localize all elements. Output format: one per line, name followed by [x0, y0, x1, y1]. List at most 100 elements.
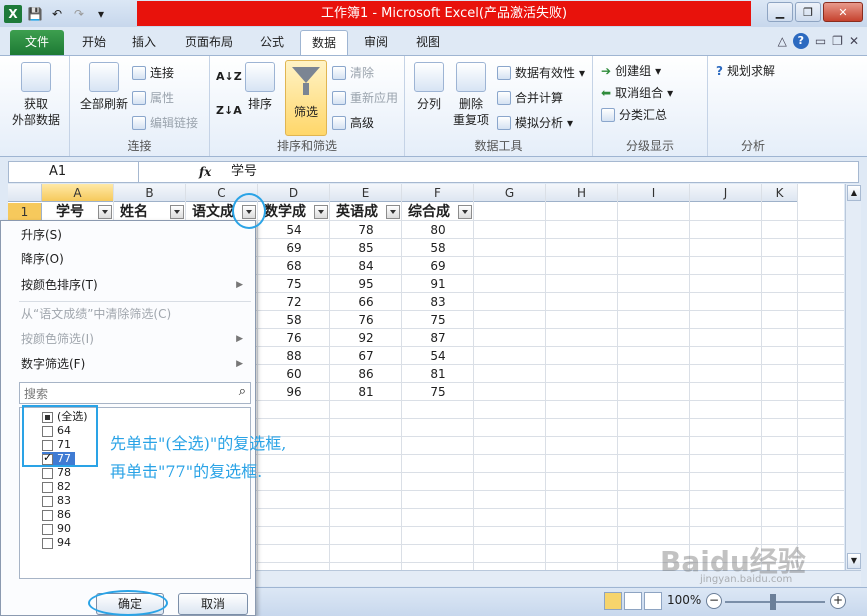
- zoom-in-icon[interactable]: +: [830, 593, 846, 609]
- filter-list-item[interactable]: 83: [42, 494, 71, 508]
- data-cell[interactable]: 72: [258, 293, 330, 311]
- data-cell[interactable]: 60: [258, 365, 330, 383]
- data-cell[interactable]: 76: [330, 311, 402, 329]
- sort-ascending-item[interactable]: 升序(S): [21, 225, 62, 245]
- data-cell[interactable]: 92: [330, 329, 402, 347]
- restore-button[interactable]: ❐: [795, 2, 821, 22]
- filter-list-item[interactable]: 86: [42, 508, 71, 522]
- sort-descending-item[interactable]: 降序(O): [21, 249, 64, 269]
- filter-dropdown-button[interactable]: [98, 205, 112, 219]
- filter-dropdown-button[interactable]: [386, 205, 400, 219]
- data-cell[interactable]: 66: [330, 293, 402, 311]
- select-all-corner[interactable]: [8, 184, 42, 202]
- data-cell[interactable]: 69: [258, 239, 330, 257]
- remove-duplicates-button[interactable]: 删除 重复项: [451, 62, 491, 128]
- filter-list-item[interactable]: 78: [42, 466, 71, 480]
- excel-logo-icon[interactable]: X: [4, 5, 22, 23]
- data-cell[interactable]: 67: [330, 347, 402, 365]
- edit-links-button[interactable]: 编辑链接: [132, 114, 198, 131]
- scroll-down-icon[interactable]: ▼: [847, 553, 861, 569]
- data-cell[interactable]: 96: [258, 383, 330, 401]
- name-box[interactable]: A1: [9, 162, 139, 182]
- data-cell[interactable]: 78: [330, 221, 402, 239]
- checkbox[interactable]: [42, 495, 53, 507]
- filter-by-color-item[interactable]: 按颜色筛选(I) ▶: [21, 329, 251, 349]
- tab-insert[interactable]: 插入: [124, 30, 164, 55]
- clear-button[interactable]: 清除: [332, 64, 374, 81]
- checkbox[interactable]: [42, 537, 53, 549]
- checkbox[interactable]: [42, 481, 53, 493]
- tab-data[interactable]: 数据: [300, 30, 348, 55]
- zoom-level[interactable]: 100%: [667, 593, 701, 607]
- column-header-a[interactable]: A: [42, 184, 114, 202]
- data-cell[interactable]: 86: [330, 365, 402, 383]
- data-cell[interactable]: 75: [402, 383, 474, 401]
- data-cell[interactable]: 75: [402, 311, 474, 329]
- tab-formulas[interactable]: 公式: [252, 30, 292, 55]
- ungroup-button[interactable]: ⬅ 取消组合 ▾: [601, 84, 673, 101]
- column-header-e[interactable]: E: [330, 184, 402, 202]
- sort-descending-button[interactable]: Z↓A: [216, 104, 242, 117]
- solver-button[interactable]: ? 规划求解: [716, 62, 775, 79]
- doc-minimize-icon[interactable]: ▭: [815, 34, 826, 48]
- subtotal-button[interactable]: 分类汇总: [601, 106, 667, 123]
- zoom-out-icon[interactable]: −: [706, 593, 722, 609]
- column-header-j[interactable]: J: [690, 184, 762, 202]
- doc-close-icon[interactable]: ✕: [849, 34, 859, 48]
- group-button[interactable]: ➔ 创建组 ▾: [601, 62, 661, 79]
- undo-icon[interactable]: ↶: [48, 5, 66, 23]
- data-cell[interactable]: 81: [330, 383, 402, 401]
- data-cell[interactable]: 83: [402, 293, 474, 311]
- sort-button[interactable]: 排序: [240, 62, 280, 112]
- filter-list-item[interactable]: 82: [42, 480, 71, 494]
- row-header-1[interactable]: 1: [8, 203, 42, 221]
- refresh-all-button[interactable]: 全部刷新: [76, 62, 132, 112]
- data-cell[interactable]: 84: [330, 257, 402, 275]
- minimize-ribbon-icon[interactable]: △: [778, 34, 787, 48]
- data-cell[interactable]: 69: [402, 257, 474, 275]
- column-header-i[interactable]: I: [618, 184, 690, 202]
- checkbox[interactable]: [42, 509, 53, 521]
- data-cell[interactable]: 88: [258, 347, 330, 365]
- data-cell[interactable]: 54: [402, 347, 474, 365]
- save-icon[interactable]: 💾: [26, 5, 44, 23]
- tab-review[interactable]: 审阅: [356, 30, 396, 55]
- filter-list-item[interactable]: 94: [42, 536, 71, 550]
- data-cell[interactable]: 91: [402, 275, 474, 293]
- tab-page-layout[interactable]: 页面布局: [176, 30, 242, 55]
- sort-by-color-item[interactable]: 按颜色排序(T) ▶: [21, 275, 251, 295]
- data-cell[interactable]: 54: [258, 221, 330, 239]
- number-filter-item[interactable]: 数字筛选(F) ▶: [21, 354, 251, 374]
- close-button[interactable]: ✕: [823, 2, 863, 22]
- filter-list-item[interactable]: 90: [42, 522, 71, 536]
- advanced-button[interactable]: 高级: [332, 114, 374, 131]
- column-header-f[interactable]: F: [402, 184, 474, 202]
- customize-qat-icon[interactable]: ▾: [92, 5, 110, 23]
- column-header-g[interactable]: G: [474, 184, 546, 202]
- column-header-k[interactable]: K: [762, 184, 798, 202]
- filter-dropdown-button[interactable]: [170, 205, 184, 219]
- tab-view[interactable]: 视图: [408, 30, 448, 55]
- data-cell[interactable]: 85: [330, 239, 402, 257]
- column-header-d[interactable]: D: [258, 184, 330, 202]
- filter-button[interactable]: 筛选: [285, 60, 327, 136]
- filter-dropdown-button[interactable]: [314, 205, 328, 219]
- text-to-columns-button[interactable]: 分列: [411, 62, 447, 112]
- data-cell[interactable]: 81: [402, 365, 474, 383]
- connections-button[interactable]: 连接: [132, 64, 174, 81]
- normal-view-icon[interactable]: [604, 592, 622, 610]
- fx-icon[interactable]: fx: [199, 162, 223, 182]
- cancel-button[interactable]: 取消: [178, 593, 248, 615]
- data-cell[interactable]: 80: [402, 221, 474, 239]
- minimize-button[interactable]: ▁: [767, 2, 793, 22]
- filter-search-input[interactable]: 搜索 ⌕: [19, 382, 251, 404]
- tab-file[interactable]: 文件: [10, 30, 64, 55]
- data-cell[interactable]: 95: [330, 275, 402, 293]
- formula-input[interactable]: 学号: [231, 162, 257, 182]
- page-layout-view-icon[interactable]: [624, 592, 642, 610]
- data-cell[interactable]: 68: [258, 257, 330, 275]
- scroll-up-icon[interactable]: ▲: [847, 185, 861, 201]
- data-cell[interactable]: 58: [258, 311, 330, 329]
- data-validation-button[interactable]: 数据有效性 ▾: [497, 64, 585, 81]
- page-break-view-icon[interactable]: [644, 592, 662, 610]
